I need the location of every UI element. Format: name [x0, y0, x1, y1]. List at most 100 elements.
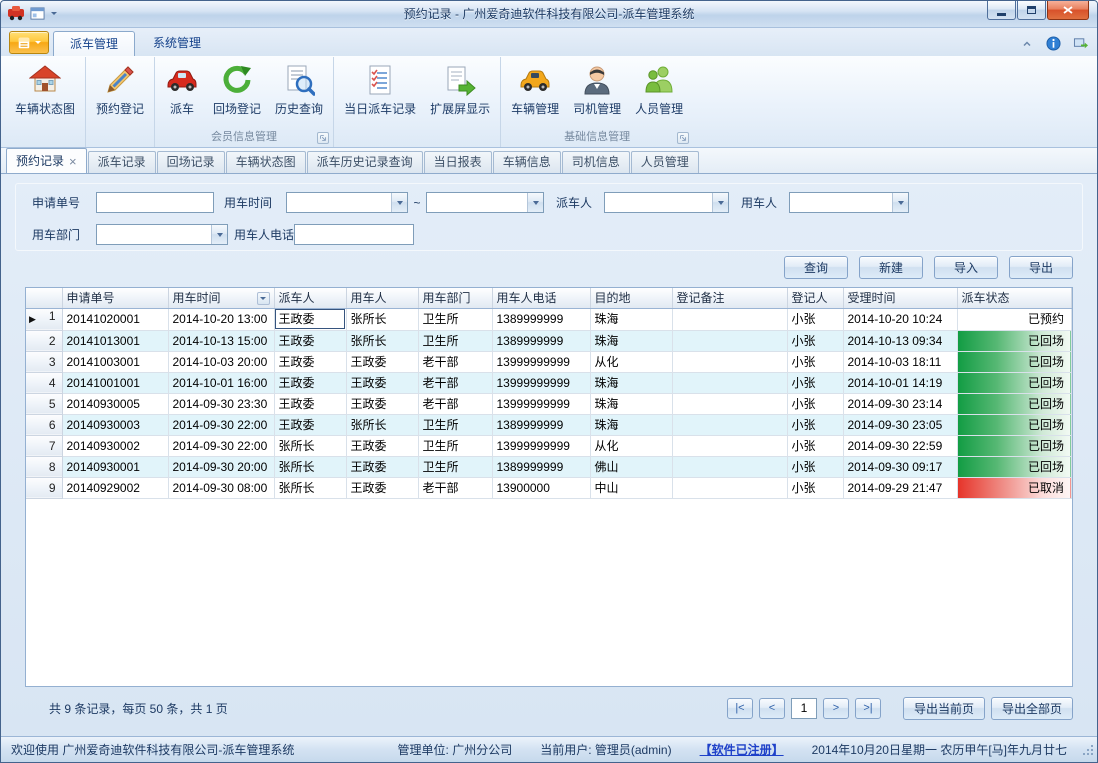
grid-cell[interactable]: 王政委 [274, 372, 346, 393]
grid-cell[interactable] [672, 393, 787, 414]
query-button[interactable]: 查询 [784, 256, 848, 279]
column-header-目的地[interactable]: 目的地 [590, 288, 672, 308]
column-header-派车人[interactable]: 派车人 [274, 288, 346, 308]
switch-window-icon[interactable] [1073, 36, 1089, 51]
next-page-button[interactable]: > [823, 698, 849, 719]
grid-cell[interactable]: 1389999999 [492, 414, 590, 435]
column-header-用车人电话[interactable]: 用车人电话 [492, 288, 590, 308]
grid-cell[interactable]: 珠海 [590, 308, 672, 330]
status-cell[interactable]: 已回场 [957, 351, 1072, 372]
grid-cell[interactable]: 卫生所 [418, 330, 492, 351]
grid-cell[interactable]: 珠海 [590, 372, 672, 393]
column-header-用车人[interactable]: 用车人 [346, 288, 418, 308]
doc-tab-派车历史记录查询[interactable]: 派车历史记录查询 [307, 151, 423, 173]
grid-cell[interactable]: 小张 [787, 351, 843, 372]
ribbon-button-driver[interactable]: 司机管理 [566, 59, 628, 119]
grid-cell[interactable]: 张所长 [346, 308, 418, 330]
grid-cell[interactable]: 王政委 [346, 435, 418, 456]
grid-cell[interactable]: 1389999999 [492, 308, 590, 330]
grid-cell[interactable] [672, 435, 787, 456]
grid-cell[interactable]: 王政委 [274, 393, 346, 414]
grid-cell[interactable]: 2014-09-30 22:00 [168, 414, 274, 435]
doc-tab-司机信息[interactable]: 司机信息 [562, 151, 630, 173]
first-page-button[interactable]: |< [727, 698, 753, 719]
grid-cell[interactable]: 20140929002 [62, 477, 168, 498]
grid-cell[interactable]: 从化 [590, 435, 672, 456]
grid-cell[interactable]: 卫生所 [418, 435, 492, 456]
resize-grip[interactable] [1082, 744, 1094, 759]
row-header[interactable]: ▶1 [26, 308, 62, 330]
ribbon-button-people[interactable]: 人员管理 [628, 59, 690, 119]
grid-cell[interactable]: 王政委 [346, 477, 418, 498]
grid-cell[interactable]: 老干部 [418, 372, 492, 393]
use-time-from-combo[interactable] [286, 192, 408, 213]
grid-cell[interactable]: 20141020001 [62, 308, 168, 330]
grid-cell[interactable] [672, 372, 787, 393]
row-header[interactable]: 9 [26, 477, 62, 498]
ribbon-button-search-doc[interactable]: 历史查询 [268, 59, 330, 119]
grid-cell[interactable]: 珠海 [590, 330, 672, 351]
row-header[interactable]: 2 [26, 330, 62, 351]
license-link[interactable]: 【软件已注册】 [700, 741, 784, 758]
table-row[interactable]: 7201409300022014-09-30 22:00张所长王政委卫生所139… [26, 435, 1072, 456]
row-header[interactable]: 7 [26, 435, 62, 456]
grid-cell[interactable]: 2014-10-03 20:00 [168, 351, 274, 372]
grid-cell[interactable]: 小张 [787, 456, 843, 477]
grid-cell[interactable]: 20141013001 [62, 330, 168, 351]
grid-cell[interactable]: 2014-09-30 23:30 [168, 393, 274, 414]
ribbon-button-red-car[interactable]: 派车 [158, 59, 206, 119]
use-time-to-combo[interactable] [426, 192, 544, 213]
title-bar[interactable]: 预约记录 - 广州爱奇迪软件科技有限公司-派车管理系统 [1, 1, 1097, 28]
table-row[interactable]: 6201409300032014-09-30 22:00王政委张所长卫生所138… [26, 414, 1072, 435]
table-row[interactable]: 5201409300052014-09-30 23:30王政委王政委老干部139… [26, 393, 1072, 414]
grid-cell[interactable]: 张所长 [274, 435, 346, 456]
grid-cell[interactable]: 2014-09-29 21:47 [843, 477, 957, 498]
table-row[interactable]: 9201409290022014-09-30 08:00张所长王政委老干部139… [26, 477, 1072, 498]
close-tab-icon[interactable]: × [69, 155, 77, 168]
table-row[interactable]: ▶1201410200012014-10-20 13:00王政委张所长卫生所13… [26, 308, 1072, 330]
last-page-button[interactable]: >| [855, 698, 881, 719]
dispatcher-combo[interactable] [604, 192, 729, 213]
app-menu-button[interactable] [9, 31, 49, 54]
grid-cell[interactable]: 2014-09-30 23:05 [843, 414, 957, 435]
grid-cell[interactable]: 小张 [787, 414, 843, 435]
column-header-登记备注[interactable]: 登记备注 [672, 288, 787, 308]
status-cell[interactable]: 已回场 [957, 330, 1072, 351]
grid-cell[interactable]: 张所长 [274, 456, 346, 477]
chevron-down-icon[interactable] [391, 193, 407, 212]
grid-cell[interactable]: 王政委 [346, 456, 418, 477]
grid-cell[interactable]: 20140930001 [62, 456, 168, 477]
grid-cell[interactable]: 王政委 [346, 372, 418, 393]
grid-cell[interactable]: 珠海 [590, 414, 672, 435]
grid-cell[interactable]: 2014-09-30 09:17 [843, 456, 957, 477]
grid-cell[interactable]: 20140930003 [62, 414, 168, 435]
create-button[interactable]: 新建 [859, 256, 923, 279]
ribbon-tab-派车管理[interactable]: 派车管理 [53, 31, 135, 56]
window-layout-icon[interactable] [30, 6, 45, 21]
grid-cell[interactable]: 老干部 [418, 351, 492, 372]
grid-cell[interactable]: 2014-10-13 15:00 [168, 330, 274, 351]
grid-cell[interactable]: 卫生所 [418, 308, 492, 330]
dialog-launcher-icon[interactable] [677, 132, 689, 144]
collapse-ribbon-icon[interactable] [1020, 38, 1034, 50]
status-cell[interactable]: 已回场 [957, 372, 1072, 393]
grid-cell[interactable] [672, 456, 787, 477]
table-row[interactable]: 8201409300012014-09-30 20:00张所长王政委卫生所138… [26, 456, 1072, 477]
grid-cell[interactable]: 13999999999 [492, 351, 590, 372]
close-button[interactable] [1047, 1, 1089, 20]
minimize-button[interactable] [987, 1, 1016, 20]
grid-cell[interactable]: 20141001001 [62, 372, 168, 393]
phone-input[interactable] [294, 224, 414, 245]
status-cell[interactable]: 已预约 [957, 308, 1072, 330]
grid-cell[interactable]: 卫生所 [418, 456, 492, 477]
doc-tab-派车记录[interactable]: 派车记录 [88, 151, 156, 173]
department-input[interactable] [96, 224, 228, 245]
status-cell[interactable]: 已取消 [957, 477, 1072, 498]
grid-cell[interactable]: 小张 [787, 330, 843, 351]
grid-cell[interactable]: 13999999999 [492, 435, 590, 456]
grid-cell[interactable]: 老干部 [418, 477, 492, 498]
grid-cell[interactable]: 20140930005 [62, 393, 168, 414]
row-header[interactable]: 3 [26, 351, 62, 372]
grid-cell[interactable]: 13999999999 [492, 393, 590, 414]
order-no-input[interactable] [96, 192, 214, 213]
